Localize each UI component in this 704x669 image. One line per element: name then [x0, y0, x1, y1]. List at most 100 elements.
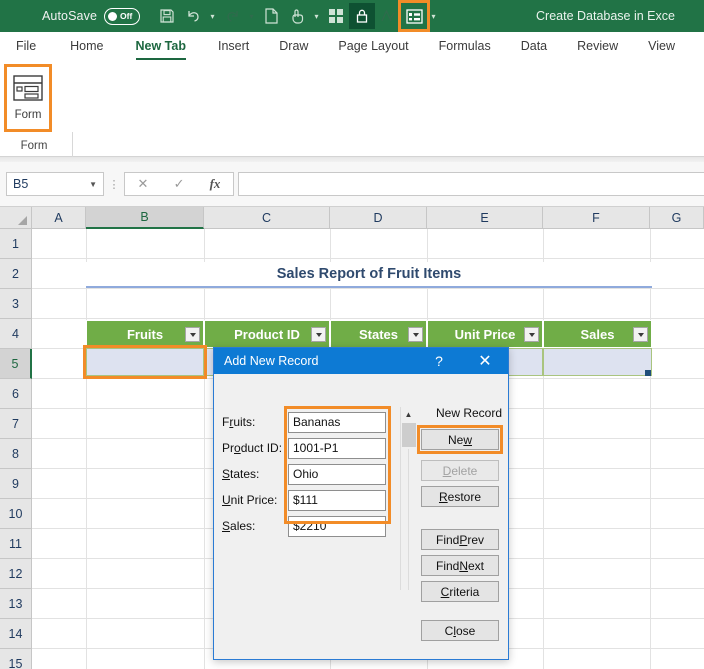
row-header-6[interactable]: 6	[0, 379, 32, 409]
tab-new-tab[interactable]: New Tab	[135, 39, 187, 60]
column-header-b[interactable]: B	[86, 207, 204, 229]
grid-icon[interactable]	[323, 3, 349, 29]
tab-file[interactable]: File	[16, 39, 36, 55]
cancel-icon[interactable]: ✕	[138, 176, 149, 192]
selected-cell-highlight	[83, 345, 207, 379]
table-cell-sales[interactable]	[543, 348, 652, 376]
field-label-product-id: Product ID:	[222, 441, 283, 455]
table-header-unit-price[interactable]: Unit Price	[427, 320, 543, 348]
tab-formulas[interactable]: Formulas	[439, 39, 491, 55]
filter-dropdown-icon-sales[interactable]	[633, 327, 648, 342]
table-header-sales[interactable]: Sales	[543, 320, 652, 348]
row-header-2[interactable]: 2	[0, 259, 32, 289]
filter-dropdown-icon-unit-price[interactable]	[524, 327, 539, 342]
column-header-d[interactable]: D	[330, 207, 427, 229]
column-header-g[interactable]: G	[650, 207, 704, 229]
touch-mode-icon[interactable]	[284, 3, 310, 29]
name-box[interactable]: B5 ▼	[6, 172, 104, 196]
column-header-c[interactable]: C	[204, 207, 330, 229]
row-header-1[interactable]: 1	[0, 229, 32, 259]
tab-draw[interactable]: Draw	[279, 39, 308, 55]
criteria-button[interactable]: Criteria	[421, 581, 499, 602]
form-icon[interactable]	[398, 0, 431, 32]
formula-bar-grip[interactable]: ⋮	[104, 178, 124, 191]
redo-icon[interactable]	[219, 3, 245, 29]
row-header-3[interactable]: 3	[0, 289, 32, 319]
qat-overflow-caret[interactable]: ▾	[427, 3, 440, 29]
new-button-highlight	[417, 425, 503, 454]
table-header-unit-price-label: Unit Price	[454, 326, 516, 342]
scrollbar-track[interactable]	[408, 449, 409, 590]
name-box-value: B5	[13, 177, 29, 191]
dialog-title-bar[interactable]: Add New Record ? ✕	[214, 348, 508, 374]
row-header-7[interactable]: 7	[0, 409, 32, 439]
table-header-product-id[interactable]: Product ID	[204, 320, 330, 348]
save-icon[interactable]	[154, 3, 180, 29]
restore-button[interactable]: Restore	[421, 486, 499, 507]
row-header-12[interactable]: 12	[0, 559, 32, 589]
sheet-report-title: Sales Report of Fruit Items	[86, 262, 652, 288]
redo-dropdown-caret[interactable]: ▾	[245, 3, 258, 29]
autosave-toggle[interactable]: Off	[104, 7, 141, 25]
row-header-10[interactable]: 10	[0, 499, 32, 529]
ribbon-tab-bar: File Home New Tab Insert Draw Page Layou…	[0, 32, 704, 62]
table-header-fruits[interactable]: Fruits	[86, 320, 204, 348]
row-header-13[interactable]: 13	[0, 589, 32, 619]
filter-dropdown-icon-fruits[interactable]	[185, 327, 200, 342]
select-all-corner[interactable]	[0, 207, 32, 229]
field-label-sales: Sales:	[222, 519, 256, 533]
tab-insert[interactable]: Insert	[218, 39, 249, 55]
row-header-5[interactable]: 5	[0, 349, 32, 379]
find-next-button[interactable]: Find Next	[421, 555, 499, 576]
table-header-states[interactable]: States	[330, 320, 427, 348]
row-header-11[interactable]: 11	[0, 529, 32, 559]
table-header-sales-label: Sales	[580, 326, 615, 342]
table-header-product-id-label: Product ID	[234, 326, 300, 342]
insert-function-icon[interactable]: fx	[210, 176, 221, 192]
filter-dropdown-icon-product-id[interactable]	[311, 327, 326, 342]
tab-data[interactable]: Data	[521, 39, 547, 55]
column-header-a[interactable]: A	[32, 207, 86, 229]
table-header-fruits-label: Fruits	[126, 326, 164, 342]
row-header-9[interactable]: 9	[0, 469, 32, 499]
undo-icon[interactable]	[180, 3, 206, 29]
column-header-e[interactable]: E	[427, 207, 543, 229]
record-status-label: New Record	[435, 406, 503, 420]
filter-dropdown-icon-states[interactable]	[408, 327, 423, 342]
dialog-body: Fruits: Bananas Product ID: 1001-P1 Stat…	[214, 374, 508, 661]
close-icon[interactable]: ✕	[472, 348, 498, 374]
delete-button[interactable]: Delete	[421, 460, 499, 481]
dialog-title-label: Add New Record	[224, 354, 319, 368]
row-header-14[interactable]: 14	[0, 619, 32, 649]
scroll-up-icon[interactable]: ▲	[401, 407, 416, 421]
formula-input[interactable]	[238, 172, 704, 196]
row-header-15[interactable]: 15	[0, 649, 32, 669]
ribbon-group-name: Form	[20, 140, 48, 152]
new-file-icon[interactable]	[258, 3, 284, 29]
close-button[interactable]: Cl ose	[421, 620, 499, 641]
record-scrollbar[interactable]: ▲	[400, 407, 416, 590]
lock-icon[interactable]	[349, 3, 376, 29]
quick-access-toolbar: ▾ ▾ ▾ ▾	[154, 0, 440, 32]
scrollbar-thumb[interactable]	[402, 423, 416, 447]
ribbon-content: Form	[0, 62, 704, 206]
row-header-8[interactable]: 8	[0, 439, 32, 469]
tab-home[interactable]: Home	[70, 39, 103, 55]
name-box-chevron-down-icon[interactable]: ▼	[89, 180, 97, 189]
column-header-f[interactable]: F	[543, 207, 650, 229]
autosave-control[interactable]: AutoSave Off	[42, 7, 141, 25]
help-icon[interactable]: ?	[428, 348, 450, 374]
undo-dropdown-caret[interactable]: ▾	[206, 3, 219, 29]
touch-mode-dropdown-caret[interactable]: ▾	[310, 3, 323, 29]
format-painter-icon[interactable]	[375, 3, 401, 29]
row-header-4[interactable]: 4	[0, 319, 32, 349]
find-prev-button[interactable]: Find Prev	[421, 529, 499, 550]
title-bar: AutoSave Off ▾ ▾ ▾ ▾ Create Database in …	[0, 0, 704, 32]
tab-view[interactable]: View	[648, 39, 675, 55]
tab-review[interactable]: Review	[577, 39, 618, 55]
enter-icon[interactable]: ✓	[174, 176, 185, 192]
autosave-toggle-knob	[108, 11, 118, 21]
table-header-states-label: States	[358, 326, 399, 342]
fill-handle[interactable]	[645, 370, 651, 376]
tab-page-layout[interactable]: Page Layout	[338, 39, 408, 55]
